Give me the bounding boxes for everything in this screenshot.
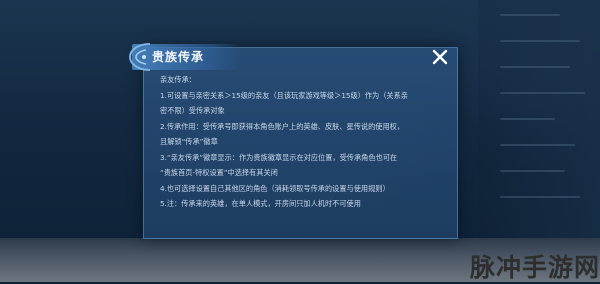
content-line: 2.传承作用：受传承号即获得本角色账户上的英雄、皮肤、星传说的使用权，	[160, 121, 405, 131]
content-line: 5.注：传承来的英雄，在单人模式，开房间只加人机时不可使用	[160, 199, 361, 208]
cloud-ornament-icon	[128, 43, 151, 71]
close-button[interactable]	[428, 45, 452, 69]
content-line: 且解锁“传承”徽章	[160, 137, 218, 146]
content-line: 1.可设置与亲密关系＞15级的亲友（且该玩家游戏等级＞15级）作为（关系亲	[160, 90, 408, 100]
content-line: 4.也可选择设置自己其他区的角色（消耗领取号传承的设置与使用规则）	[160, 183, 390, 193]
content-line: 亲友传承：	[160, 75, 196, 84]
dialog-content: 亲友传承： 1.可设置与亲密关系＞15级的亲友（且该玩家游戏等级＞15级）作为（…	[160, 72, 450, 212]
dialog-title: 贵族传承	[152, 50, 205, 64]
blurred-side-panel	[478, 0, 600, 238]
content-line: 密不限）受传承对象	[160, 106, 225, 115]
watermark-text: 脉冲手游网	[470, 253, 600, 282]
content-line: “贵族首页-特权设置”中选择有其关闭	[160, 168, 278, 177]
close-x-icon	[432, 49, 448, 65]
content-line: 3.“亲友传承”徽章显示：作为贵族徽章显示在对应位置，受传承角色也可在	[160, 152, 398, 162]
